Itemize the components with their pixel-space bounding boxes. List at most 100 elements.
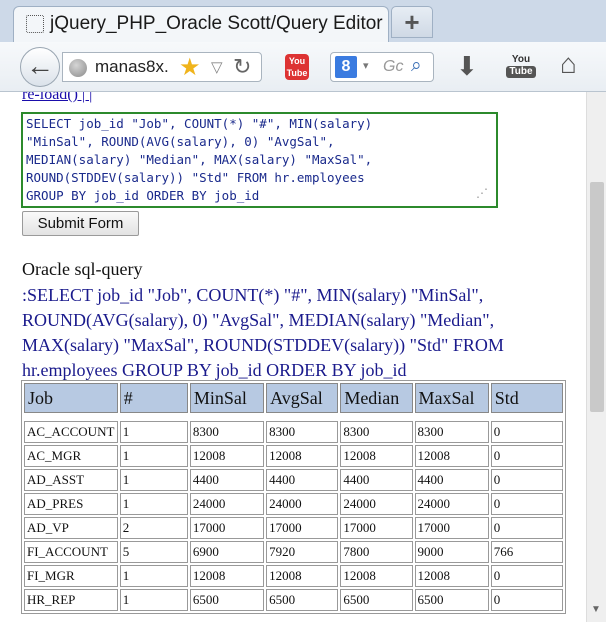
table-cell: HR_REP — [24, 589, 118, 611]
table-cell: 1 — [119, 493, 188, 515]
table-cell: 24000 — [340, 493, 413, 515]
home-icon[interactable]: ⌂ — [560, 48, 577, 80]
table-cell: 8300 — [414, 421, 489, 443]
vertical-scrollbar[interactable]: ▼ — [586, 92, 606, 622]
column-header: Std — [490, 383, 563, 413]
table-cell: 12008 — [189, 565, 265, 587]
table-cell: 8300 — [266, 421, 339, 443]
table-cell: 1 — [119, 421, 188, 443]
table-cell: 7920 — [266, 541, 339, 563]
table-cell: 9000 — [414, 541, 489, 563]
table-cell: 6500 — [414, 589, 489, 611]
url-text[interactable]: manas8x. — [95, 57, 169, 77]
table-cell: 0 — [490, 493, 563, 515]
table-row: AC_ACCOUNT 1 8300 8300 8300 8300 0 — [24, 421, 563, 443]
table-cell: AD_ASST — [24, 469, 118, 491]
scroll-down-arrow-icon[interactable]: ▼ — [591, 604, 601, 615]
resize-grip-icon[interactable]: ⋰ — [476, 186, 494, 204]
tab-title: jQuery_PHP_Oracle Scott/Query Editor — [50, 13, 383, 34]
table-cell: 0 — [490, 517, 563, 539]
table-cell: 17000 — [414, 517, 489, 539]
table-cell: 24000 — [266, 493, 339, 515]
engine-dropdown-icon[interactable]: ▾ — [363, 59, 369, 72]
table-cell: 4400 — [414, 469, 489, 491]
table-cell: 1 — [119, 565, 188, 587]
table-cell: 12008 — [266, 445, 339, 467]
youtube-bottom-label: Tube — [506, 66, 536, 78]
table-cell: 6500 — [189, 589, 265, 611]
table-cell: 12008 — [266, 565, 339, 587]
table-body: AC_ACCOUNT 1 8300 8300 8300 8300 0 AC_MGR 1 12008… — [24, 415, 563, 611]
scrollbar-thumb[interactable] — [590, 182, 604, 412]
reload-link[interactable]: re-load() | | — [22, 92, 92, 104]
table-cell: 0 — [490, 469, 563, 491]
table-cell: 1 — [119, 445, 188, 467]
google-icon[interactable]: 8 — [335, 56, 357, 78]
column-header: # — [119, 383, 188, 413]
table-cell: 1 — [119, 589, 188, 611]
column-header: Median — [340, 383, 413, 413]
table-row: AC_MGR 1 12008 12008 12008 12008 0 — [24, 445, 563, 467]
page-viewport: re-load() | | SELECT job_id "Job", COUNT… — [10, 92, 588, 622]
table-cell: 2 — [119, 517, 188, 539]
table-cell: AD_VP — [24, 517, 118, 539]
table-cell: 6500 — [266, 589, 339, 611]
search-icon[interactable]: ⌕ — [411, 55, 422, 77]
table-cell: 12008 — [414, 445, 489, 467]
table-cell: 17000 — [189, 517, 265, 539]
table-cell: 12008 — [340, 565, 413, 587]
table-row: AD_PRES 1 24000 24000 24000 24000 0 — [24, 493, 563, 515]
table-cell: 0 — [490, 589, 563, 611]
globe-icon — [69, 59, 87, 77]
table-cell: 4400 — [266, 469, 339, 491]
table-cell: 8300 — [340, 421, 413, 443]
results-table: Job # MinSal AvgSal Median MaxSal Std AC_ACCOU… — [21, 380, 566, 614]
download-icon[interactable]: ⬇ — [456, 51, 478, 82]
table-cell: FI_MGR — [24, 565, 118, 587]
table-cell: 1 — [119, 469, 188, 491]
table-cell: 0 — [490, 565, 563, 587]
back-button[interactable]: ← — [20, 47, 60, 87]
table-cell: AC_ACCOUNT — [24, 421, 118, 443]
back-arrow-icon: ← — [26, 50, 54, 81]
table-header-row: Job # MinSal AvgSal Median MaxSal Std — [24, 383, 563, 413]
youtube-icon[interactable]: You Tube — [506, 54, 536, 80]
table-row: AD_ASST 1 4400 4400 4400 4400 0 — [24, 469, 563, 491]
tab-strip: jQuery_PHP_Oracle Scott/Query Editor + — [0, 0, 606, 44]
table-cell: 4400 — [189, 469, 265, 491]
table-cell: 12008 — [340, 445, 413, 467]
page-favicon-icon — [26, 15, 44, 33]
column-header: MaxSal — [414, 383, 489, 413]
table-cell: 766 — [490, 541, 563, 563]
table-row: FI_MGR 1 12008 12008 12008 12008 0 — [24, 565, 563, 587]
table-cell: 12008 — [414, 565, 489, 587]
column-header: Job — [24, 383, 118, 413]
table-cell: 7800 — [340, 541, 413, 563]
table-cell: FI_ACCOUNT — [24, 541, 118, 563]
table-cell: 5 — [119, 541, 188, 563]
table-cell: 0 — [490, 445, 563, 467]
address-bar[interactable]: manas8x. ★ ▽ ↻ — [62, 52, 262, 82]
new-tab-button[interactable]: + — [391, 6, 433, 38]
youtube-top-label: You — [511, 54, 531, 65]
search-input[interactable]: Gc — [383, 58, 403, 76]
table-cell: AC_MGR — [24, 445, 118, 467]
table-row: HR_REP 1 6500 6500 6500 6500 0 — [24, 589, 563, 611]
query-echo-text: :SELECT job_id "Job", COUNT(*) "#", MIN(… — [22, 285, 504, 380]
addon-icon[interactable]: You Tube — [285, 54, 309, 80]
dropdown-icon[interactable]: ▽ — [211, 58, 223, 76]
column-header: MinSal — [189, 383, 265, 413]
table-cell: 24000 — [189, 493, 265, 515]
reload-icon[interactable]: ↻ — [233, 54, 251, 80]
search-bar[interactable]: 8 ▾ Gc ⌕ — [330, 52, 434, 82]
browser-tab[interactable]: jQuery_PHP_Oracle Scott/Query Editor — [13, 6, 389, 44]
result-heading: Oracle sql-query — [22, 259, 143, 279]
submit-button[interactable]: Submit Form — [22, 211, 139, 236]
table-row: FI_ACCOUNT 5 6900 7920 7800 9000 766 — [24, 541, 563, 563]
sql-query-textarea[interactable]: SELECT job_id "Job", COUNT(*) "#", MIN(s… — [21, 112, 498, 208]
table-cell: 12008 — [189, 445, 265, 467]
table-cell: 0 — [490, 421, 563, 443]
table-cell: 8300 — [189, 421, 265, 443]
star-icon[interactable]: ★ — [179, 53, 201, 82]
table-cell: 17000 — [266, 517, 339, 539]
